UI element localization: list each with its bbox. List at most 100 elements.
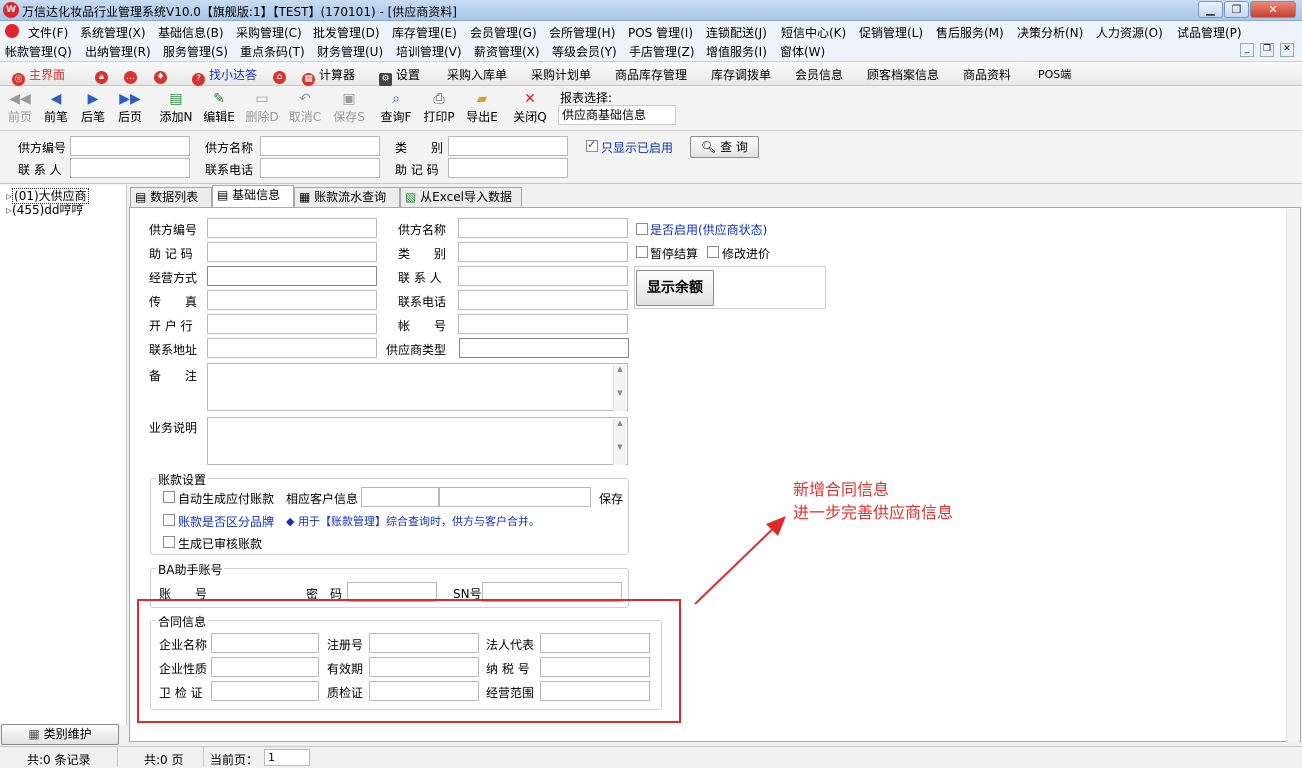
menu-item[interactable]: 采购管理(C) [236,24,302,41]
quick-link-pos[interactable]: POS端 [1038,66,1071,82]
type-input[interactable] [459,338,629,358]
current-page-input[interactable]: 1 [264,749,310,766]
menu-item[interactable]: 薪资管理(X) [474,43,540,60]
related-customer-code-input[interactable] [361,487,439,507]
filter-code-input[interactable] [70,136,190,156]
quick-link-stock-mgmt[interactable]: 商品库存管理 [615,66,687,83]
quick-link-purchase-plan[interactable]: 采购计划单 [531,66,591,83]
home-button[interactable]: ◎ 主界面 [12,66,65,86]
quick-link-product[interactable]: 商品资料 [963,66,1011,83]
filter-category-input[interactable] [448,136,568,156]
tax-input[interactable] [540,657,650,677]
chat-button[interactable]: … [124,66,141,84]
save-related-label[interactable]: 保存 [599,490,623,507]
report-select[interactable]: 供应商基础信息 [558,105,676,125]
pause-checkbox[interactable] [636,246,648,258]
tree-item[interactable]: ▹(455)dd哼哼 [6,201,84,218]
quick-link-member[interactable]: 会员信息 [795,66,843,83]
tab-basic-info[interactable]: ▤ 基础信息 [212,185,294,208]
menu-item[interactable]: 会所管理(H) [549,24,615,41]
export-button[interactable]: ▰ 导出E [463,90,501,125]
menu-item[interactable]: 窗体(W) [780,43,825,60]
mnemonic-input[interactable] [207,242,377,262]
only-enabled-checkbox[interactable] [586,138,598,152]
tab-data-list[interactable]: ▤ 数据列表 [130,187,212,208]
modify-price-checkbox[interactable] [707,246,719,258]
menu-item[interactable]: 连锁配送(J) [706,24,767,41]
close-window-button[interactable]: ✕ [1250,1,1296,18]
quality-input[interactable] [369,681,479,701]
menu-item[interactable]: 增值服务(I) [706,43,767,60]
mdi-restore-icon[interactable]: ❐ [1260,43,1274,57]
audited-checkbox[interactable] [163,536,175,548]
menu-item[interactable]: 重点条码(T) [240,43,305,60]
tab-account-flow[interactable]: ▦ 账款流水查询 [294,187,400,208]
quick-link-purchase-in[interactable]: 采购入库单 [447,66,507,83]
business-scrollbar[interactable]: ▲ ▼ [613,419,626,465]
first-page-button[interactable]: ◀◀ 前页 [2,90,38,125]
address-input[interactable] [207,338,377,358]
add-button[interactable]: ▤ 添加N [157,90,195,125]
house-button[interactable]: ⌂ [273,66,290,84]
related-customer-name-input[interactable] [439,487,591,507]
filter-contact-input[interactable] [70,158,190,178]
bank-input[interactable] [207,314,377,334]
menu-item[interactable]: 财务管理(U) [317,43,383,60]
panel-scrollbar[interactable] [1286,209,1299,742]
close-button[interactable]: ✕ 关闭Q [511,90,549,125]
menu-item[interactable]: 试品管理(P) [1177,24,1242,41]
menu-item[interactable]: 服务管理(S) [163,43,228,60]
menu-item[interactable]: 库存管理(E) [392,24,457,41]
filter-query-button[interactable]: 🔍︎ 查 询 [690,136,759,158]
auto-gen-checkbox[interactable] [163,491,175,503]
menu-item[interactable]: 等级会员(Y) [552,43,617,60]
calculator-button[interactable]: ▦ 计算器 [302,66,355,86]
menu-item[interactable]: 决策分析(N) [1017,24,1083,41]
minimize-button[interactable]: ▁ [1198,1,1223,18]
mode-input[interactable] [207,266,377,286]
menu-item[interactable]: 短信中心(K) [781,24,846,41]
business-textarea[interactable]: ▲ ▼ [207,417,628,465]
menu-item[interactable]: 系统管理(X) [80,24,146,41]
name-input[interactable] [458,218,628,238]
mdi-close-icon[interactable]: ✕ [1280,43,1294,57]
quick-link-customer[interactable]: 顾客档案信息 [867,66,939,83]
code-input[interactable] [207,218,377,238]
menu-item[interactable]: 人力资源(O) [1096,24,1163,41]
menu-item[interactable]: 促销管理(L) [859,24,923,41]
last-page-button[interactable]: ▶▶ 后页 [112,90,148,125]
menu-item[interactable]: 文件(F) [28,24,68,41]
xiaoda-button[interactable]: ? 找小达答 [192,66,257,86]
edit-button[interactable]: ✎ 编辑E [200,90,238,125]
menu-item[interactable]: 批发管理(D) [313,24,380,41]
fax-input[interactable] [207,290,377,310]
reg-no-input[interactable] [369,633,479,653]
print-button[interactable]: ⎙ 打印P [420,90,458,125]
tab-excel-import[interactable]: ▧ 从Excel导入数据 [400,187,522,208]
by-brand-checkbox[interactable] [163,514,175,526]
company-input[interactable] [211,633,319,653]
prev-record-button[interactable]: ◀ 前笔 [38,90,74,125]
shield-button[interactable]: ♦ [154,66,171,84]
remark-textarea[interactable]: ▲ ▼ [207,363,628,411]
settings-button[interactable]: ⚙ 设置 [379,66,420,86]
restore-button[interactable]: ❐ [1224,1,1249,18]
filter-name-input[interactable] [260,136,380,156]
category-maint-button[interactable]: ▦ 类别维护 [1,724,119,745]
menu-item[interactable]: 帐款管理(Q) [5,43,72,60]
next-record-button[interactable]: ▶ 后笔 [75,90,111,125]
filter-mnemonic-input[interactable] [448,158,568,178]
menu-item[interactable]: 手店管理(Z) [629,43,695,60]
query-button[interactable]: ⌕ 查询F [377,90,415,125]
enabled-checkbox[interactable] [636,223,648,235]
menu-item[interactable]: 出纳管理(R) [85,43,151,60]
delete-button[interactable]: ▭ 删除D [243,90,281,125]
legal-input[interactable] [540,633,650,653]
lock-button[interactable]: 🔒︎ [95,66,112,84]
menu-item[interactable]: POS 管理(I) [628,24,693,41]
show-balance-button[interactable]: 显示余额 [636,270,714,306]
menu-item[interactable]: 售后服务(M) [936,24,1004,41]
scope-input[interactable] [540,681,650,701]
health-input[interactable] [211,681,319,701]
nature-input[interactable] [211,657,319,677]
